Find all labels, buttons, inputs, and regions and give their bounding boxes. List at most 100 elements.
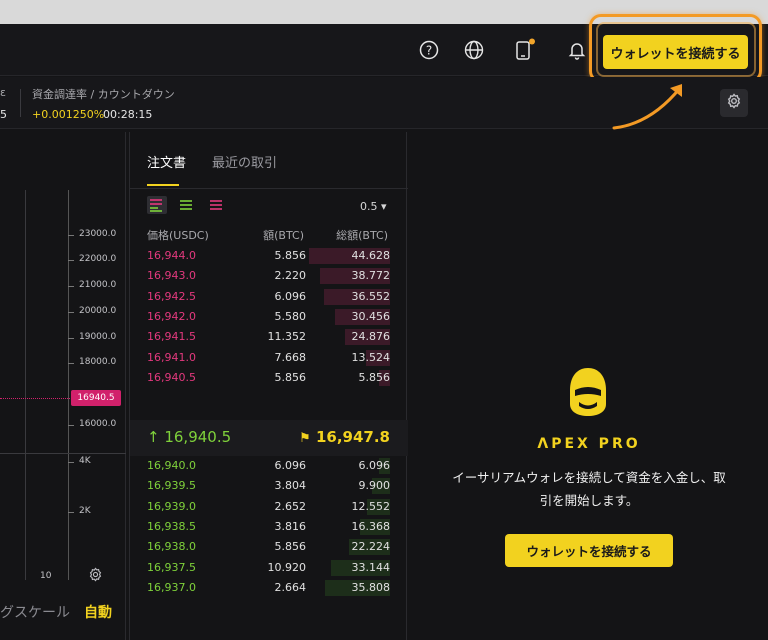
funding-countdown: 00:28:15 xyxy=(103,108,153,121)
order-amount: 2.220 xyxy=(274,269,307,283)
order-amount: 5.856 xyxy=(274,540,307,554)
bell-icon[interactable] xyxy=(564,37,590,63)
tab-recent-trades[interactable]: 最近の取引 xyxy=(212,152,277,171)
bid-order-row[interactable]: 16,939.5 3.804 9.900 xyxy=(130,476,408,496)
chart-settings-icon[interactable] xyxy=(88,567,103,586)
bid-order-row[interactable]: 16,938.5 3.816 16.368 xyxy=(130,517,408,537)
connect-wallet-main-button[interactable]: ウォレットを接続する xyxy=(505,534,673,567)
y-axis-label: 21000.0 xyxy=(79,280,117,290)
order-price: 16,940.0 xyxy=(147,459,196,472)
order-total: 22.224 xyxy=(351,540,391,554)
order-amount: 6.096 xyxy=(274,289,307,303)
order-price: 16,943.0 xyxy=(147,269,196,283)
current-price-line xyxy=(0,398,70,399)
last-price: ↑ 16,940.5 xyxy=(147,428,232,446)
order-price: 16,939.5 xyxy=(147,479,196,493)
help-icon[interactable]: ? xyxy=(416,37,442,63)
order-total: 16.368 xyxy=(351,519,391,533)
order-total: 36.552 xyxy=(351,289,391,303)
order-total: 30.456 xyxy=(351,309,391,323)
order-amount: 7.668 xyxy=(274,350,307,364)
bid-order-row[interactable]: 16,937.5 10.920 33.144 xyxy=(130,558,408,578)
connect-description: イーサリアムウォレを接続して資金を入金し、取 引を開始します。 xyxy=(440,466,738,512)
order-amount: 3.804 xyxy=(274,479,307,493)
order-price: 16,942.0 xyxy=(147,309,196,323)
active-tab-indicator xyxy=(147,184,179,186)
y-tick xyxy=(68,260,74,261)
mark-price-group: ⚑ 16,947.8 xyxy=(299,428,390,446)
ask-order-row[interactable]: 16,940.5 5.856 5.856 xyxy=(130,368,408,388)
ask-order-row[interactable]: 16,942.5 6.096 36.552 xyxy=(130,287,408,307)
view-asks-icon[interactable] xyxy=(207,196,227,214)
order-price: 16,940.5 xyxy=(147,370,196,384)
bid-order-row[interactable]: 16,938.0 5.856 22.224 xyxy=(130,537,408,557)
mobile-icon[interactable] xyxy=(511,37,537,63)
mark-price: 16,947.8 xyxy=(315,428,390,446)
info-value-fragment: 5 xyxy=(0,108,7,121)
order-amount: 6.096 xyxy=(274,459,307,472)
order-price: 16,938.0 xyxy=(147,540,196,554)
chart-vgrid-line xyxy=(25,190,26,580)
column-header-price: 価格(USDC) xyxy=(147,229,209,242)
ask-order-row[interactable]: 16,941.0 7.668 13.524 xyxy=(130,348,408,368)
apex-logo xyxy=(570,368,606,416)
y-axis-label: 23000.0 xyxy=(79,229,117,239)
svg-text:?: ? xyxy=(426,44,432,58)
order-total: 35.808 xyxy=(351,580,391,594)
order-total: 13.524 xyxy=(351,350,391,364)
view-both-icon[interactable] xyxy=(147,196,167,214)
y-axis-label: 18000.0 xyxy=(79,357,117,367)
order-price: 16,937.0 xyxy=(147,580,196,594)
ask-order-row[interactable]: 16,944.0 5.856 44.628 xyxy=(130,246,408,266)
column-header-total: 総額(BTC) xyxy=(336,229,388,242)
tab-order-book[interactable]: 注文書 xyxy=(147,152,186,171)
order-total: 12.552 xyxy=(351,499,391,513)
precision-select[interactable]: 0.5 ▾ xyxy=(360,200,387,213)
column-header-amount: 額(BTC) xyxy=(263,229,304,242)
order-price: 16,942.5 xyxy=(147,289,196,303)
brand-name: ΛPEX PRO xyxy=(537,436,641,452)
x-axis-label: 10 xyxy=(40,571,52,581)
y-axis-label: 22000.0 xyxy=(79,254,117,264)
settings-button[interactable] xyxy=(720,89,748,117)
connect-wallet-button[interactable]: ウォレットを接続する xyxy=(603,35,748,69)
connect-description-line: 引を開始します。 xyxy=(539,493,639,508)
y-tick xyxy=(68,512,74,513)
y-axis-label: 16000.0 xyxy=(79,419,117,429)
auto-scale-toggle[interactable]: 自動 xyxy=(84,602,112,622)
order-amount: 10.920 xyxy=(267,560,307,574)
funding-rate-value: +0.001250% xyxy=(32,108,105,121)
gear-icon xyxy=(726,93,742,113)
price-chart[interactable]: 23000.0 22000.0 21000.0 20000.0 19000.0 … xyxy=(0,132,126,640)
order-price: 16,937.5 xyxy=(147,560,196,574)
ask-order-row[interactable]: 16,943.0 2.220 38.772 xyxy=(130,266,408,286)
volume-divider xyxy=(0,453,126,454)
tab-divider xyxy=(130,188,408,189)
order-price: 16,941.0 xyxy=(147,350,196,364)
view-bids-icon[interactable] xyxy=(177,196,197,214)
ask-order-row[interactable]: 16,941.5 11.352 24.876 xyxy=(130,327,408,347)
current-price-tag: 16940.5 xyxy=(71,390,121,406)
order-amount: 11.352 xyxy=(267,330,307,344)
order-total: 6.096 xyxy=(358,459,391,472)
ask-order-row[interactable]: 16,942.0 5.580 30.456 xyxy=(130,307,408,327)
bid-order-row[interactable]: 16,939.0 2.652 12.552 xyxy=(130,497,408,517)
y-axis-label: 19000.0 xyxy=(79,332,117,342)
info-separator xyxy=(20,89,21,117)
order-amount: 2.664 xyxy=(274,580,307,594)
order-amount: 5.580 xyxy=(274,309,307,323)
bid-order-row[interactable]: 16,940.0 6.096 6.096 xyxy=(130,456,408,476)
bid-order-row[interactable]: 16,937.0 2.664 35.808 xyxy=(130,578,408,598)
y-axis-label: 20000.0 xyxy=(79,306,117,316)
chart-axis xyxy=(68,190,69,580)
order-amount: 2.652 xyxy=(274,499,307,513)
order-amount: 5.856 xyxy=(274,249,307,262)
y-tick xyxy=(68,235,74,236)
y-tick xyxy=(68,425,74,426)
globe-icon[interactable] xyxy=(461,37,487,63)
log-scale-toggle[interactable]: グスケール xyxy=(0,602,70,622)
info-label-fragment: ɛ xyxy=(0,86,6,99)
order-book-panel: 注文書 最近の取引 0.5 ▾ 価格(USDC) 額(BTC) 総額(BTC) … xyxy=(129,132,408,640)
order-price: 16,939.0 xyxy=(147,499,196,513)
y-tick xyxy=(68,312,74,313)
